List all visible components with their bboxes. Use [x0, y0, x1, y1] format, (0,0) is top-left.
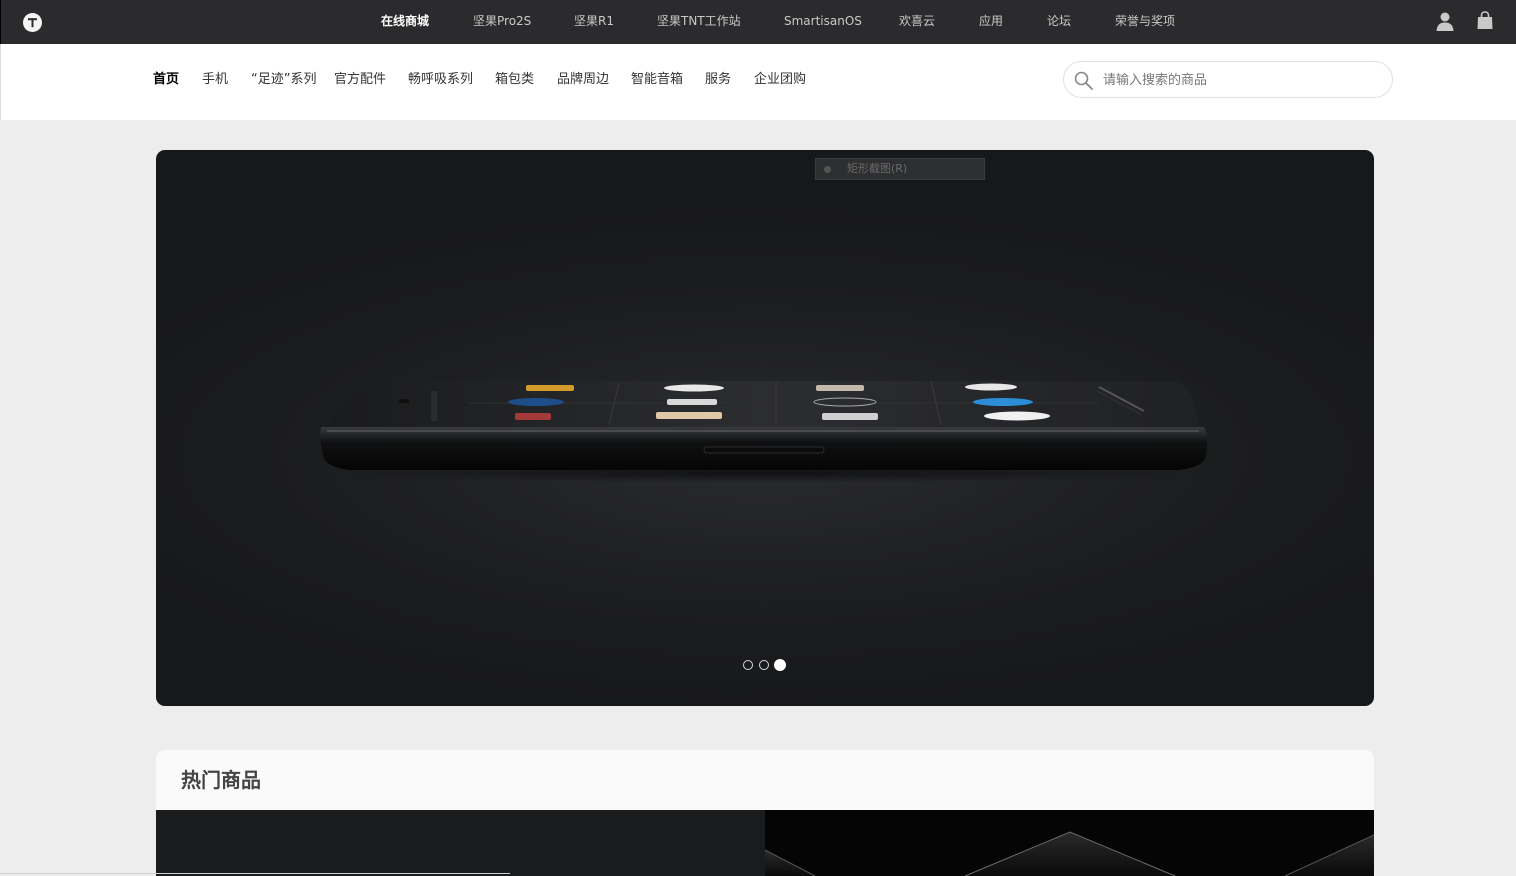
search-icon[interactable] — [1074, 71, 1093, 90]
horizontal-scrollbar[interactable] — [0, 873, 510, 874]
shopping-bag-icon[interactable] — [1475, 11, 1495, 31]
carousel-dot-1[interactable] — [743, 660, 753, 670]
category-item-breathe[interactable]: 畅呼吸系列 — [408, 71, 473, 89]
hot-product-card-2[interactable] — [765, 810, 1374, 876]
phone-product-image — [320, 380, 1208, 483]
category-item-footprint[interactable]: “足迹”系列 — [251, 71, 316, 89]
top-nav-item-cloud[interactable]: 欢喜云 — [899, 13, 935, 29]
hot-products-header: 热门商品 — [156, 750, 1374, 810]
user-icon[interactable] — [1435, 11, 1455, 31]
category-item-service[interactable]: 服务 — [705, 71, 731, 89]
top-nav-item-online-store[interactable]: 在线商城 — [381, 13, 429, 29]
top-nav-item-awards[interactable]: 荣誉与奖项 — [1115, 13, 1175, 29]
category-item-accessories[interactable]: 官方配件 — [334, 71, 386, 89]
search-box[interactable] — [1063, 61, 1393, 98]
search-input[interactable] — [1103, 70, 1383, 90]
screenshot-tooltip: 矩形截图(R) — [815, 158, 985, 180]
category-navigation-bar: 首页 手机 “足迹”系列 官方配件 畅呼吸系列 箱包类 品牌周边 智能音箱 服务… — [0, 44, 1516, 120]
top-nav-item-smartisanos[interactable]: SmartisanOS — [784, 13, 862, 29]
carousel-dot-2[interactable] — [759, 660, 769, 670]
top-nav-item-r1[interactable]: 坚果R1 — [574, 13, 614, 29]
top-navigation-bar: 在线商城 坚果Pro2S 坚果R1 坚果TNT工作站 SmartisanOS 欢… — [0, 0, 1516, 44]
hot-product-card-1[interactable] — [156, 810, 765, 876]
category-item-phones[interactable]: 手机 — [202, 71, 228, 89]
category-item-bags[interactable]: 箱包类 — [495, 71, 534, 89]
category-item-smart-speaker[interactable]: 智能音箱 — [631, 71, 683, 89]
category-item-enterprise[interactable]: 企业团购 — [754, 71, 806, 89]
category-item-brand-merch[interactable]: 品牌周边 — [557, 71, 609, 89]
top-nav-item-apps[interactable]: 应用 — [979, 13, 1003, 29]
top-nav: 在线商城 坚果Pro2S 坚果R1 坚果TNT工作站 SmartisanOS 欢… — [1, 0, 1516, 44]
top-nav-item-pro2s[interactable]: 坚果Pro2S — [473, 13, 531, 29]
carousel-dot-3-active[interactable] — [774, 659, 786, 671]
hot-products-title: 热门商品 — [181, 768, 261, 792]
tooltip-dot-icon — [824, 166, 831, 173]
top-nav-item-forum[interactable]: 论坛 — [1047, 13, 1071, 29]
category-item-home[interactable]: 首页 — [153, 71, 179, 89]
product-image-2 — [765, 831, 1374, 876]
tooltip-label: 矩形截图(R) — [847, 162, 908, 175]
top-nav-item-tnt[interactable]: 坚果TNT工作站 — [657, 13, 741, 29]
hero-banner-carousel[interactable]: 矩形截图(R) — [156, 150, 1374, 706]
